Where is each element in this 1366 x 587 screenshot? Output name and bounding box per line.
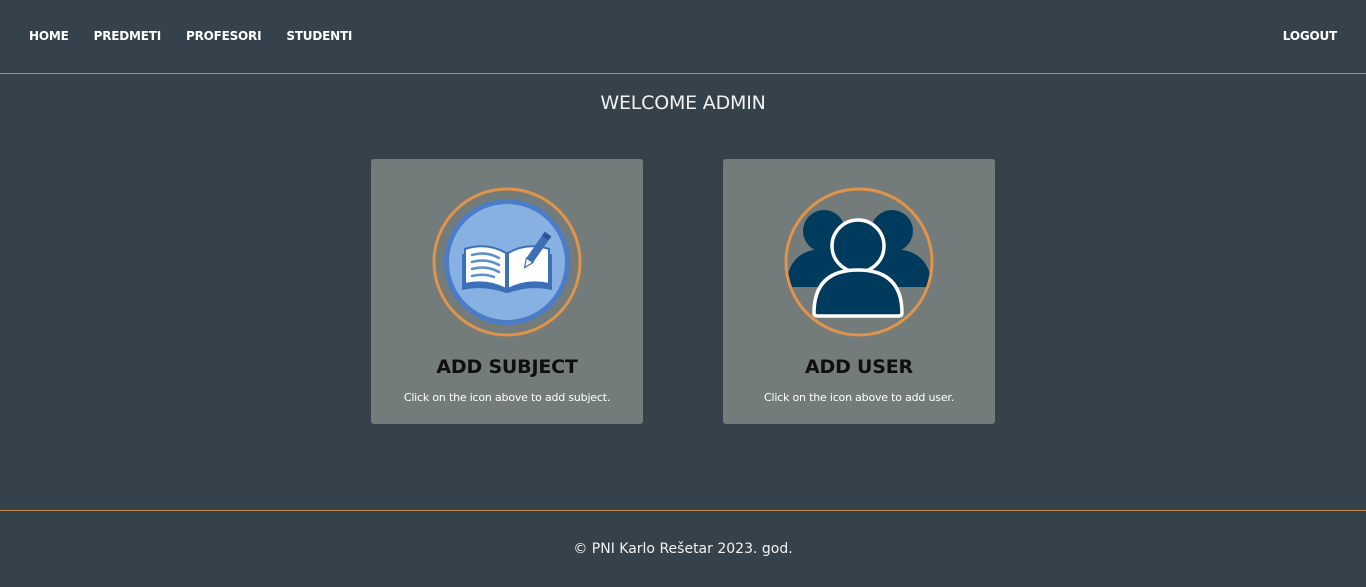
nav-item-studenti[interactable]: STUDENTI (286, 29, 352, 43)
book-icon[interactable] (432, 187, 582, 337)
add-user-description: Click on the icon above to add user. (763, 391, 954, 404)
add-subject-title: ADD SUBJECT (436, 356, 578, 378)
add-subject-card: ADD SUBJECT Click on the icon above to a… (371, 159, 643, 424)
welcome-heading: WELCOME ADMIN (600, 92, 766, 114)
add-user-title: ADD USER (805, 356, 913, 378)
nav-item-profesori[interactable]: PROFESORI (186, 29, 262, 43)
page-footer: © PNI Karlo Rešetar 2023. god. (0, 510, 1366, 587)
top-navbar: HOME PREDMETI PROFESORI STUDENTI LOGOUT (0, 0, 1366, 74)
add-subject-description: Click on the icon above to add subject. (403, 391, 611, 404)
logout-link[interactable]: LOGOUT (1283, 29, 1337, 43)
add-user-card: ADD USER Click on the icon above to add … (723, 159, 995, 424)
nav-item-predmeti[interactable]: PREDMETI (94, 29, 162, 43)
nav-item-home[interactable]: HOME (29, 29, 69, 43)
users-icon[interactable] (784, 187, 934, 337)
main-nav: HOME PREDMETI PROFESORI STUDENTI (29, 29, 377, 43)
footer-copyright: © PNI Karlo Rešetar 2023. god. (573, 541, 793, 557)
